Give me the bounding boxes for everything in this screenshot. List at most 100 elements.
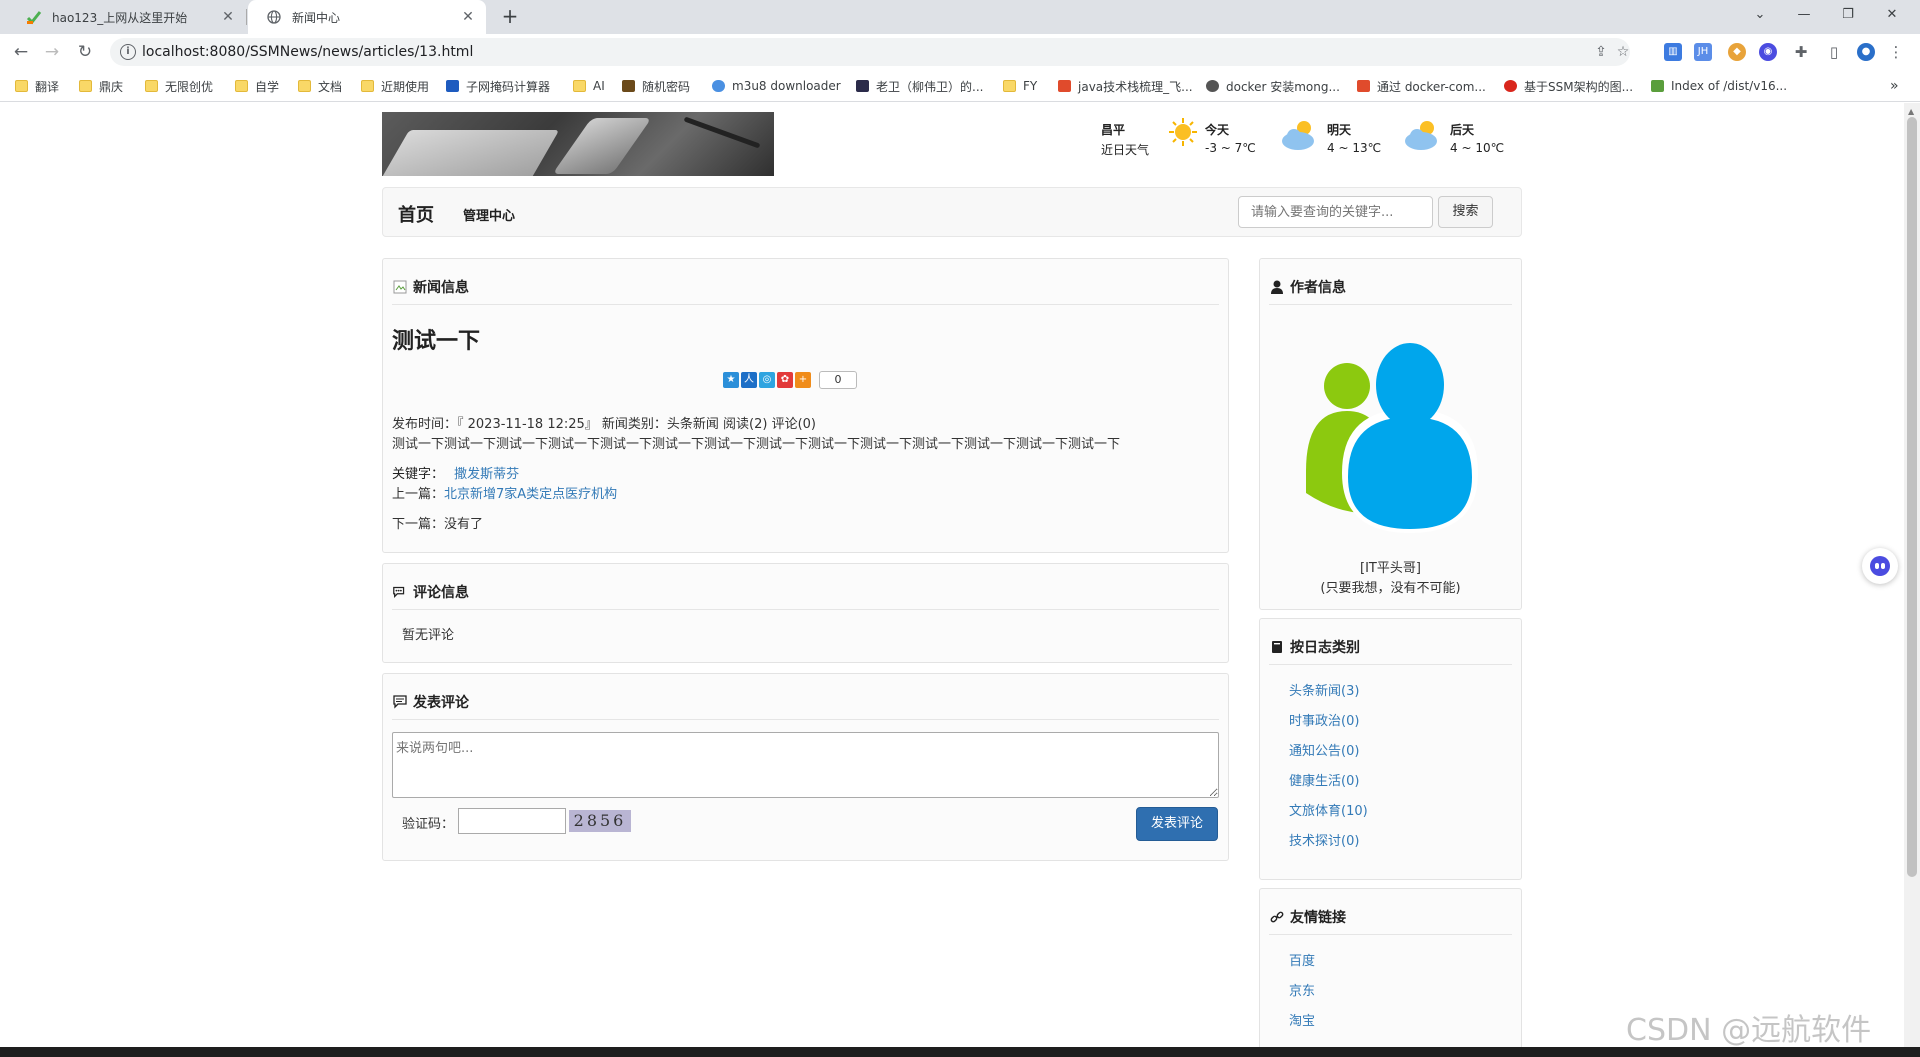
ip-icon — [446, 80, 459, 92]
captcha-image[interactable]: 2856 — [569, 810, 631, 832]
restore-button[interactable]: ❐ — [1826, 0, 1870, 30]
bookmark-folder[interactable]: 近期使用 — [361, 77, 429, 95]
m3u8-icon — [712, 80, 725, 92]
weather-city: 昌平 — [1101, 123, 1126, 137]
folder-icon — [1003, 80, 1016, 92]
bookmark-folder[interactable]: 翻译 — [15, 77, 59, 95]
tab-news-center[interactable]: 新闻中心 ✕ — [248, 0, 486, 34]
panel-header: 新闻信息 — [392, 269, 1219, 305]
bookmark-folder[interactable]: FY — [1003, 77, 1037, 95]
friend-link[interactable]: 淘宝 — [1289, 1007, 1315, 1037]
scrollbar-thumb[interactable] — [1907, 117, 1917, 877]
bookmark-link[interactable]: m3u8 downloader — [712, 77, 841, 95]
share-qzone-icon[interactable]: ★ — [723, 372, 739, 388]
category-link[interactable]: 通知公告(0) — [1289, 737, 1368, 767]
bookmark-link[interactable]: 老卫（柳伟卫）的... — [856, 77, 983, 95]
weather-today: 今天 -3 ~ 7℃ — [1205, 121, 1256, 155]
menu-kebab-icon[interactable]: ⋮ — [1887, 43, 1905, 61]
share-weibo-icon[interactable]: ✿ — [777, 372, 793, 388]
share-toolbar: ★ 人 ◎ ✿ + 0 — [723, 371, 857, 389]
friend-link[interactable]: 百度 — [1289, 947, 1315, 977]
close-window-button[interactable]: ✕ — [1870, 0, 1914, 30]
tab-hao123[interactable]: hao123_上网从这里开始 ✕ — [8, 0, 246, 34]
search-button[interactable]: 搜索 — [1438, 196, 1493, 228]
bookmark-label: 老卫（柳伟卫）的... — [876, 79, 984, 94]
weather-range: 4 ~ 10℃ — [1450, 141, 1505, 155]
article-title: 测试一下 — [392, 329, 481, 354]
bookmark-label: java技术栈梳理_飞... — [1078, 79, 1193, 94]
bookmark-folder[interactable]: 自学 — [235, 77, 279, 95]
friend-link[interactable]: 京东 — [1289, 977, 1315, 1007]
bookmark-link[interactable]: java技术栈梳理_飞... — [1058, 77, 1193, 95]
bookmark-folder[interactable]: AI — [573, 77, 605, 95]
close-icon[interactable]: ✕ — [460, 9, 476, 25]
forward-arrow-icon[interactable]: → — [40, 40, 64, 64]
nav-home-link[interactable]: 首页 — [398, 201, 434, 227]
extension-jh-icon[interactable]: JH — [1694, 43, 1712, 61]
category-link[interactable]: 头条新闻(3) — [1289, 677, 1368, 707]
minimize-button[interactable]: — — [1782, 0, 1826, 30]
comments-icon — [392, 584, 408, 600]
new-tab-button[interactable]: + — [498, 5, 522, 29]
bot-eye — [1881, 563, 1885, 569]
extensions-puzzle-icon[interactable]: ✚ — [1792, 43, 1810, 61]
no-comments-text: 暂无评论 — [402, 628, 455, 643]
bookmark-label: m3u8 downloader — [732, 79, 841, 93]
address-toolbar: ← → ↻ i localhost:8080/SSMNews/news/arti… — [0, 34, 1920, 70]
submit-comment-button[interactable]: 发表评论 — [1136, 807, 1218, 841]
bookmark-link[interactable]: 子网掩码计算器 — [446, 77, 550, 95]
category-link[interactable]: 技术探讨(0) — [1289, 827, 1368, 857]
weather-day: 今天 — [1205, 123, 1230, 137]
share-tencent-icon[interactable]: ◎ — [759, 372, 775, 388]
assistant-bot-icon[interactable] — [1862, 548, 1898, 584]
captcha-input[interactable] — [458, 808, 566, 834]
share-renren-icon[interactable]: 人 — [741, 372, 757, 388]
nodejs-icon — [1651, 80, 1664, 92]
prev-article-row: 上一篇：北京新增7家A类定点医疗机构 — [392, 483, 617, 502]
bookmark-folder[interactable]: 鼎庆 — [79, 77, 123, 95]
reload-icon[interactable]: ↻ — [73, 40, 97, 64]
scroll-up-icon[interactable]: ▲ — [1908, 107, 1914, 116]
comment-textarea[interactable] — [392, 732, 1219, 798]
browser-tab-bar: hao123_上网从这里开始 ✕ 新闻中心 ✕ + ⌄ — ❐ ✕ — [0, 0, 1920, 34]
side-panel-icon[interactable]: ▯ — [1825, 43, 1843, 61]
search-input[interactable] — [1238, 196, 1433, 228]
bookmarks-overflow-button[interactable]: » — [1890, 77, 1899, 95]
csdn-watermark: CSDN @远航软件 — [1626, 1013, 1872, 1048]
site-info-icon[interactable]: i — [120, 44, 136, 60]
page-scrollbar[interactable]: ▲ — [1904, 103, 1920, 1047]
bookmark-link[interactable]: docker 安装mong... — [1206, 77, 1340, 95]
keyword-link[interactable]: 撒发斯蒂芬 — [454, 467, 519, 482]
extension-robot-icon[interactable]: ◉ — [1759, 43, 1777, 61]
bookmark-star-icon[interactable]: ☆ — [1614, 43, 1632, 61]
profile-avatar[interactable]: ● — [1857, 43, 1875, 61]
url-text[interactable]: localhost:8080/SSMNews/news/articles/13.… — [142, 44, 473, 60]
bookmark-folder[interactable]: 文档 — [298, 77, 342, 95]
tab-search-icon[interactable]: ⌄ — [1738, 0, 1782, 30]
share-icon[interactable]: ⇪ — [1592, 43, 1610, 61]
folder-icon — [361, 80, 374, 92]
address-bar[interactable]: i localhost:8080/SSMNews/news/articles/1… — [110, 38, 1630, 66]
nav-admin-link[interactable]: 管理中心 — [463, 205, 515, 224]
extension-chart-icon[interactable]: ▥ — [1664, 43, 1682, 61]
hao123-icon — [26, 9, 42, 25]
bookmark-link[interactable]: 基于SSM架构的图... — [1504, 77, 1633, 95]
prev-article-link[interactable]: 北京新增7家A类定点医疗机构 — [444, 487, 617, 502]
category-link[interactable]: 时事政治(0) — [1289, 707, 1368, 737]
user-icon — [1269, 279, 1285, 295]
bookmark-link[interactable]: 通过 docker-com... — [1357, 77, 1486, 95]
close-icon[interactable]: ✕ — [220, 9, 236, 25]
bookmark-link[interactable]: Index of /dist/v16... — [1651, 77, 1787, 95]
author-avatar — [1306, 343, 1478, 533]
author-name: [IT平头哥] — [1360, 561, 1421, 576]
bookmark-link[interactable]: 随机密码 — [622, 77, 690, 95]
category-link[interactable]: 健康生活(0) — [1289, 767, 1368, 797]
category-link[interactable]: 文旅体育(10) — [1289, 797, 1368, 827]
bookmark-folder[interactable]: 无限创优 — [145, 77, 213, 95]
back-arrow-icon[interactable]: ← — [9, 40, 33, 64]
share-more-icon[interactable]: + — [795, 372, 811, 388]
extension-shield-icon[interactable]: ◆ — [1728, 43, 1746, 61]
bookmark-label: 通过 docker-com... — [1377, 79, 1486, 94]
csdn-icon — [1357, 80, 1370, 92]
tab-title: hao123_上网从这里开始 — [52, 10, 188, 25]
